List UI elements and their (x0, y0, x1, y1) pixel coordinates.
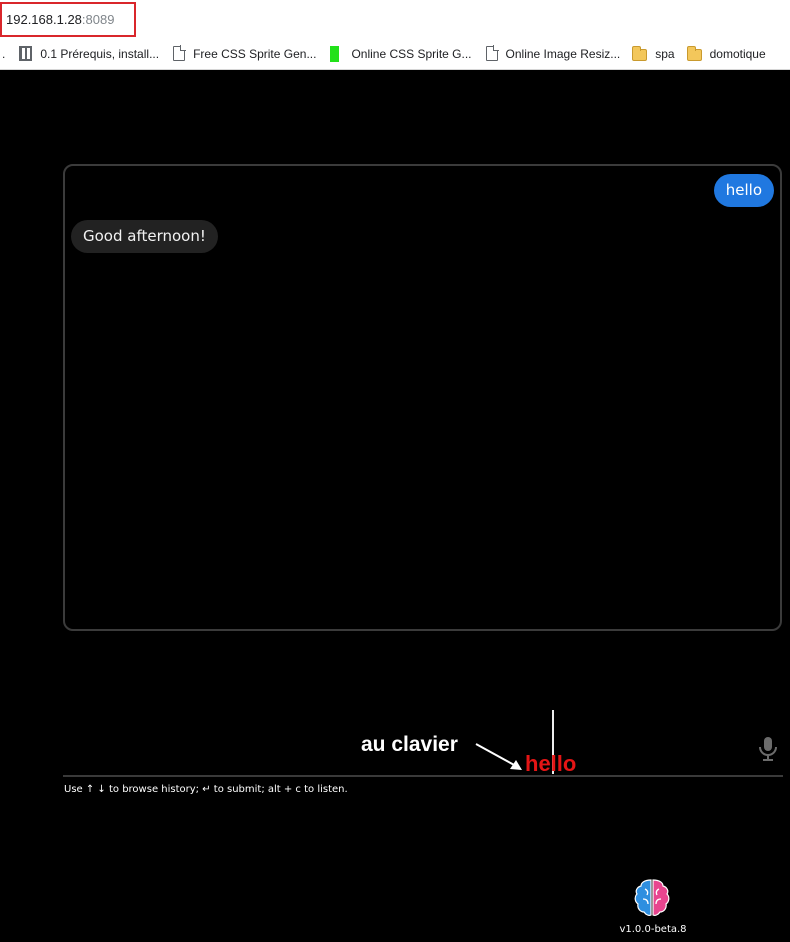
microphone-icon[interactable] (757, 736, 779, 762)
bookmark-label: Online Image Resiz... (505, 46, 621, 61)
input-underline (63, 775, 783, 777)
url-port: :8089 (81, 12, 115, 27)
version-label: v1.0.0-beta.8 (619, 924, 687, 935)
keyboard-hint: Use ↑ ↓ to browse history; ↵ to submit; … (64, 784, 348, 795)
bookmark-label: Free CSS Sprite Gen... (193, 46, 317, 61)
annotation-label: au clavier (361, 733, 458, 756)
bookmark-online-image-resize[interactable]: Online Image Resiz... (478, 38, 627, 69)
document-icon (19, 46, 33, 61)
folder-icon (686, 45, 702, 61)
page-icon (485, 45, 499, 61)
address-bar: 192.168.1.28:8089 (0, 0, 790, 38)
chat-input-value: hello (525, 751, 577, 776)
bookmark-label: 0.1 Prérequis, install... (40, 46, 160, 61)
bookmark-label: domotique (709, 46, 766, 61)
annotation-arrow-icon (475, 743, 522, 770)
url-field[interactable]: 192.168.1.28:8089 (0, 2, 136, 37)
bookmark-label: Online CSS Sprite G... (351, 46, 472, 61)
url-host: 192.168.1.28 (6, 12, 82, 27)
bookmarks-bar: . 0.1 Prérequis, install... Free CSS Spr… (0, 38, 790, 70)
bookmark-folder-domotique[interactable]: domotique (681, 38, 772, 69)
bookmark-prerequis[interactable]: 0.1 Prérequis, install... (13, 38, 165, 69)
folder-icon (632, 45, 648, 61)
bookmark-online-css-sprite[interactable]: Online CSS Sprite G... (322, 38, 477, 69)
page-icon (173, 45, 187, 61)
bookmark-free-css-sprite[interactable]: Free CSS Sprite Gen... (165, 38, 322, 69)
bookmark-folder-spa[interactable]: spa (626, 38, 680, 69)
bookmark-overflow[interactable]: . (0, 38, 13, 69)
chat-panel: hello Good afternoon! (63, 164, 782, 631)
brain-icon (634, 879, 670, 916)
green-bar-icon (330, 45, 340, 62)
user-message-bubble: hello (713, 174, 774, 207)
assistant-message-bubble: Good afternoon! (71, 220, 218, 253)
bookmark-label: spa (655, 46, 675, 61)
